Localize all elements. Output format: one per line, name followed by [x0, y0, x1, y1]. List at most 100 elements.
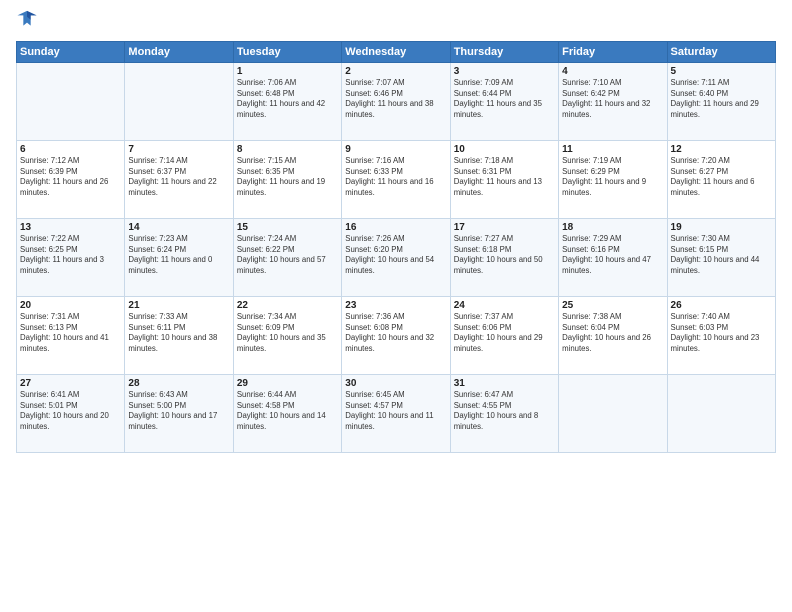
weekday-header: Sunday	[17, 42, 125, 63]
calendar-cell: 29Sunrise: 6:44 AM Sunset: 4:58 PM Dayli…	[233, 375, 341, 453]
day-number: 10	[454, 144, 555, 155]
day-number: 5	[671, 66, 772, 77]
day-number: 7	[128, 144, 229, 155]
day-info: Sunrise: 7:24 AM Sunset: 6:22 PM Dayligh…	[237, 234, 338, 276]
calendar-cell: 28Sunrise: 6:43 AM Sunset: 5:00 PM Dayli…	[125, 375, 233, 453]
calendar-cell: 6Sunrise: 7:12 AM Sunset: 6:39 PM Daylig…	[17, 141, 125, 219]
calendar-week-row: 6Sunrise: 7:12 AM Sunset: 6:39 PM Daylig…	[17, 141, 776, 219]
calendar-cell: 22Sunrise: 7:34 AM Sunset: 6:09 PM Dayli…	[233, 297, 341, 375]
calendar-cell: 24Sunrise: 7:37 AM Sunset: 6:06 PM Dayli…	[450, 297, 558, 375]
day-number: 19	[671, 222, 772, 233]
calendar-cell: 1Sunrise: 7:06 AM Sunset: 6:48 PM Daylig…	[233, 63, 341, 141]
header	[16, 12, 776, 35]
calendar-table: SundayMondayTuesdayWednesdayThursdayFrid…	[16, 41, 776, 453]
day-number: 13	[20, 222, 121, 233]
weekday-header: Monday	[125, 42, 233, 63]
weekday-header: Saturday	[667, 42, 775, 63]
calendar-cell: 8Sunrise: 7:15 AM Sunset: 6:35 PM Daylig…	[233, 141, 341, 219]
day-number: 27	[20, 378, 121, 389]
day-number: 16	[345, 222, 446, 233]
calendar-cell: 3Sunrise: 7:09 AM Sunset: 6:44 PM Daylig…	[450, 63, 558, 141]
calendar-cell: 2Sunrise: 7:07 AM Sunset: 6:46 PM Daylig…	[342, 63, 450, 141]
day-number: 24	[454, 300, 555, 311]
day-number: 31	[454, 378, 555, 389]
day-number: 4	[562, 66, 663, 77]
day-number: 22	[237, 300, 338, 311]
day-number: 14	[128, 222, 229, 233]
day-number: 6	[20, 144, 121, 155]
weekday-header: Tuesday	[233, 42, 341, 63]
day-number: 11	[562, 144, 663, 155]
day-info: Sunrise: 7:38 AM Sunset: 6:04 PM Dayligh…	[562, 312, 663, 354]
day-number: 26	[671, 300, 772, 311]
calendar-cell	[125, 63, 233, 141]
day-info: Sunrise: 7:18 AM Sunset: 6:31 PM Dayligh…	[454, 156, 555, 198]
day-info: Sunrise: 7:23 AM Sunset: 6:24 PM Dayligh…	[128, 234, 229, 276]
calendar-cell: 31Sunrise: 6:47 AM Sunset: 4:55 PM Dayli…	[450, 375, 558, 453]
day-number: 30	[345, 378, 446, 389]
calendar-body: 1Sunrise: 7:06 AM Sunset: 6:48 PM Daylig…	[17, 63, 776, 453]
day-number: 2	[345, 66, 446, 77]
day-number: 15	[237, 222, 338, 233]
day-number: 17	[454, 222, 555, 233]
day-info: Sunrise: 7:14 AM Sunset: 6:37 PM Dayligh…	[128, 156, 229, 198]
day-info: Sunrise: 7:29 AM Sunset: 6:16 PM Dayligh…	[562, 234, 663, 276]
calendar-cell: 5Sunrise: 7:11 AM Sunset: 6:40 PM Daylig…	[667, 63, 775, 141]
day-info: Sunrise: 7:40 AM Sunset: 6:03 PM Dayligh…	[671, 312, 772, 354]
day-info: Sunrise: 7:20 AM Sunset: 6:27 PM Dayligh…	[671, 156, 772, 198]
calendar-cell: 26Sunrise: 7:40 AM Sunset: 6:03 PM Dayli…	[667, 297, 775, 375]
day-info: Sunrise: 7:30 AM Sunset: 6:15 PM Dayligh…	[671, 234, 772, 276]
calendar-cell: 15Sunrise: 7:24 AM Sunset: 6:22 PM Dayli…	[233, 219, 341, 297]
calendar-cell: 4Sunrise: 7:10 AM Sunset: 6:42 PM Daylig…	[559, 63, 667, 141]
day-info: Sunrise: 6:44 AM Sunset: 4:58 PM Dayligh…	[237, 390, 338, 432]
day-number: 23	[345, 300, 446, 311]
calendar-cell: 14Sunrise: 7:23 AM Sunset: 6:24 PM Dayli…	[125, 219, 233, 297]
day-number: 8	[237, 144, 338, 155]
calendar-week-row: 1Sunrise: 7:06 AM Sunset: 6:48 PM Daylig…	[17, 63, 776, 141]
day-number: 20	[20, 300, 121, 311]
day-info: Sunrise: 7:07 AM Sunset: 6:46 PM Dayligh…	[345, 78, 446, 120]
day-info: Sunrise: 7:37 AM Sunset: 6:06 PM Dayligh…	[454, 312, 555, 354]
weekday-header: Thursday	[450, 42, 558, 63]
calendar-cell: 13Sunrise: 7:22 AM Sunset: 6:25 PM Dayli…	[17, 219, 125, 297]
calendar-cell: 19Sunrise: 7:30 AM Sunset: 6:15 PM Dayli…	[667, 219, 775, 297]
day-info: Sunrise: 7:06 AM Sunset: 6:48 PM Dayligh…	[237, 78, 338, 120]
calendar-week-row: 20Sunrise: 7:31 AM Sunset: 6:13 PM Dayli…	[17, 297, 776, 375]
day-info: Sunrise: 7:12 AM Sunset: 6:39 PM Dayligh…	[20, 156, 121, 198]
day-number: 9	[345, 144, 446, 155]
day-info: Sunrise: 7:27 AM Sunset: 6:18 PM Dayligh…	[454, 234, 555, 276]
weekday-header: Friday	[559, 42, 667, 63]
day-info: Sunrise: 7:10 AM Sunset: 6:42 PM Dayligh…	[562, 78, 663, 120]
day-info: Sunrise: 7:33 AM Sunset: 6:11 PM Dayligh…	[128, 312, 229, 354]
logo-icon	[16, 8, 38, 30]
calendar-cell: 27Sunrise: 6:41 AM Sunset: 5:01 PM Dayli…	[17, 375, 125, 453]
calendar-cell: 16Sunrise: 7:26 AM Sunset: 6:20 PM Dayli…	[342, 219, 450, 297]
day-info: Sunrise: 6:47 AM Sunset: 4:55 PM Dayligh…	[454, 390, 555, 432]
day-info: Sunrise: 7:09 AM Sunset: 6:44 PM Dayligh…	[454, 78, 555, 120]
calendar-cell: 10Sunrise: 7:18 AM Sunset: 6:31 PM Dayli…	[450, 141, 558, 219]
day-number: 12	[671, 144, 772, 155]
calendar-cell: 17Sunrise: 7:27 AM Sunset: 6:18 PM Dayli…	[450, 219, 558, 297]
day-info: Sunrise: 7:11 AM Sunset: 6:40 PM Dayligh…	[671, 78, 772, 120]
calendar-cell: 18Sunrise: 7:29 AM Sunset: 6:16 PM Dayli…	[559, 219, 667, 297]
calendar-cell: 11Sunrise: 7:19 AM Sunset: 6:29 PM Dayli…	[559, 141, 667, 219]
day-info: Sunrise: 7:19 AM Sunset: 6:29 PM Dayligh…	[562, 156, 663, 198]
day-info: Sunrise: 7:16 AM Sunset: 6:33 PM Dayligh…	[345, 156, 446, 198]
day-number: 3	[454, 66, 555, 77]
day-number: 18	[562, 222, 663, 233]
calendar-cell: 12Sunrise: 7:20 AM Sunset: 6:27 PM Dayli…	[667, 141, 775, 219]
day-number: 25	[562, 300, 663, 311]
day-number: 29	[237, 378, 338, 389]
day-info: Sunrise: 6:41 AM Sunset: 5:01 PM Dayligh…	[20, 390, 121, 432]
weekday-header: Wednesday	[342, 42, 450, 63]
day-info: Sunrise: 7:31 AM Sunset: 6:13 PM Dayligh…	[20, 312, 121, 354]
calendar-cell	[667, 375, 775, 453]
day-info: Sunrise: 7:22 AM Sunset: 6:25 PM Dayligh…	[20, 234, 121, 276]
day-number: 21	[128, 300, 229, 311]
day-number: 28	[128, 378, 229, 389]
calendar-week-row: 27Sunrise: 6:41 AM Sunset: 5:01 PM Dayli…	[17, 375, 776, 453]
calendar-cell: 30Sunrise: 6:45 AM Sunset: 4:57 PM Dayli…	[342, 375, 450, 453]
day-info: Sunrise: 7:26 AM Sunset: 6:20 PM Dayligh…	[345, 234, 446, 276]
page: SundayMondayTuesdayWednesdayThursdayFrid…	[0, 0, 792, 612]
day-number: 1	[237, 66, 338, 77]
